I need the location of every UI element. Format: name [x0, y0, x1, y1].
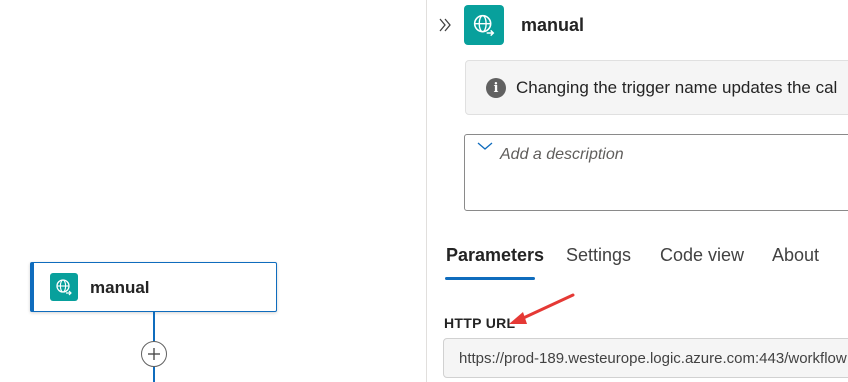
trigger-node-manual[interactable]: manual: [30, 262, 277, 312]
globe-request-icon: [50, 273, 78, 301]
double-chevron-right-icon: [439, 18, 451, 32]
tab-about[interactable]: About: [772, 245, 819, 266]
tab-list: Parameters Settings Code view About: [427, 240, 848, 280]
tab-parameters[interactable]: Parameters: [446, 245, 544, 266]
description-placeholder: Add a description: [500, 146, 624, 163]
collapse-panel-button[interactable]: [435, 14, 455, 36]
info-message-bar: i Changing the trigger name updates the …: [465, 60, 848, 115]
annotation-arrow-icon: [509, 293, 575, 324]
plus-icon: [148, 348, 160, 360]
designer-canvas: manual: [0, 0, 426, 382]
trigger-node-title: manual: [90, 278, 150, 297]
info-message-text: Changing the trigger name updates the ca…: [516, 78, 838, 97]
tab-settings[interactable]: Settings: [566, 245, 631, 266]
http-url-field[interactable]: https://prod-189.westeurope.logic.azure.…: [443, 338, 848, 378]
details-panel: manual i Changing the trigger name updat…: [427, 0, 848, 382]
http-url-value[interactable]: https://prod-189.westeurope.logic.azure.…: [459, 350, 847, 367]
tab-code-view[interactable]: Code view: [660, 245, 744, 266]
globe-request-icon: [464, 5, 504, 45]
panel-title[interactable]: manual: [521, 15, 584, 36]
info-icon: i: [486, 78, 506, 98]
active-tab-indicator: [445, 277, 535, 280]
chevron-down-icon[interactable]: [476, 139, 494, 153]
description-field[interactable]: Add a description: [464, 134, 848, 211]
add-step-button[interactable]: [141, 341, 167, 367]
